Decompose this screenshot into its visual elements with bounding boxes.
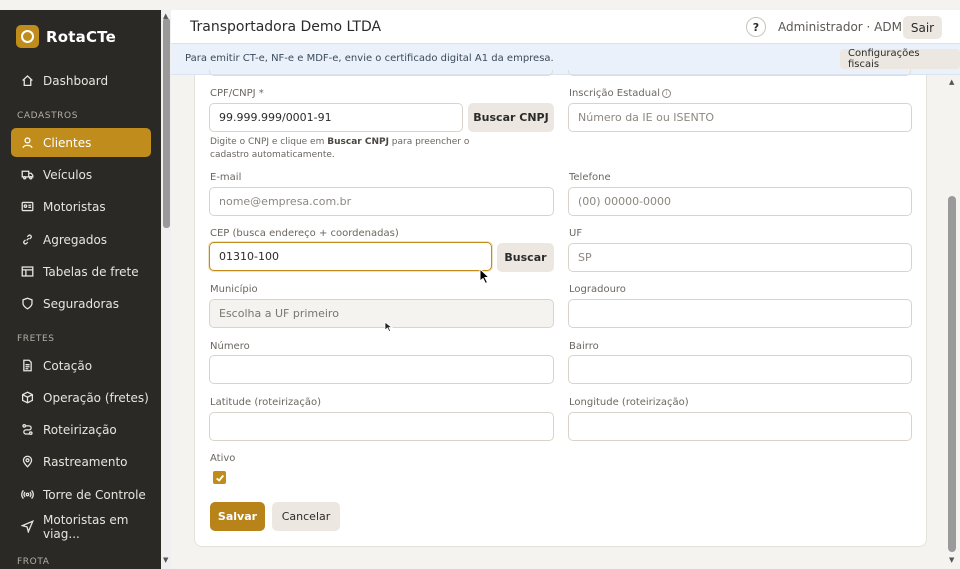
banner-text: Para emitir CT-e, NF-e e MDF-e, envie o … — [185, 53, 554, 64]
sidebar-item-tabelas-de-frete[interactable]: Tabelas de frete — [11, 257, 151, 286]
user-label: Administrador · ADMIN — [778, 20, 915, 34]
navigation-icon — [21, 520, 34, 533]
sidebar-item-label: Cotação — [43, 358, 93, 373]
main-scrollbar-thumb[interactable] — [948, 196, 956, 552]
numero-input[interactable] — [209, 355, 554, 384]
id-card-icon — [21, 200, 34, 213]
bairro-input[interactable] — [568, 355, 912, 384]
document-icon — [21, 359, 34, 372]
sidebar-item-label: Veículos — [43, 167, 93, 182]
sidebar-item-seguradoras[interactable]: Seguradoras — [11, 289, 151, 318]
email-input[interactable]: nome@empresa.com.br — [209, 187, 554, 216]
uf-label: UF — [569, 228, 583, 239]
sidebar-item-label: Clientes — [43, 135, 92, 150]
longitude-input[interactable] — [568, 412, 912, 441]
box-icon — [21, 391, 34, 404]
brand[interactable]: RotaCTe — [16, 25, 116, 48]
ativo-checkbox[interactable] — [213, 471, 226, 484]
municipio-label: Município — [210, 284, 258, 295]
mouse-cursor-icon — [479, 268, 491, 285]
info-icon[interactable]: i — [661, 88, 671, 98]
latitude-label: Latitude (roteirização) — [210, 397, 322, 408]
top-edge — [0, 0, 161, 10]
ie-input[interactable]: Número da IE ou ISENTO — [568, 103, 912, 132]
uf-input[interactable]: SP — [568, 243, 912, 272]
sidebar-item-torre-de-controle[interactable]: Torre de Controle — [11, 480, 151, 509]
section-label-cadastros: CADASTROS — [17, 111, 79, 121]
logout-button[interactable]: Sair — [903, 16, 942, 39]
sidebar-scroll-down-icon[interactable]: ▼ — [163, 556, 168, 564]
ie-label: Inscrição Estadual i — [569, 88, 671, 99]
sidebar-item-veiculos[interactable]: Veículos — [11, 160, 151, 189]
buscar-cep-button[interactable]: Buscar — [497, 243, 554, 272]
sidebar: RotaCTe Dashboard CADASTROS Clientes Veí… — [0, 0, 161, 569]
sidebar-item-dashboard[interactable]: Dashboard — [11, 66, 151, 95]
logradouro-label: Logradouro — [569, 284, 626, 295]
cancel-button[interactable]: Cancelar — [272, 502, 340, 531]
numero-label: Número — [210, 341, 250, 352]
sidebar-item-label: Motoristas em viag... — [43, 512, 129, 541]
truck-icon — [21, 168, 34, 181]
logo-icon — [16, 25, 39, 48]
scrolled-field-edge — [568, 70, 911, 76]
telefone-label: Telefone — [569, 172, 611, 183]
brand-name: RotaCTe — [46, 27, 116, 46]
sidebar-item-label: Seguradoras — [43, 296, 120, 311]
cnpj-hint: Digite o CNPJ e clique em Buscar CNPJ pa… — [210, 137, 470, 160]
sidebar-scroll-up-icon[interactable]: ▲ — [163, 12, 168, 20]
sidebar-item-label: Roteirização — [43, 422, 117, 437]
sidebar-item-label: Rastreamento — [43, 454, 128, 469]
top-header: Transportadora Demo LTDA ? Administrador… — [171, 10, 960, 44]
broadcast-icon — [21, 488, 34, 501]
sidebar-scrollbar-thumb[interactable] — [163, 18, 170, 228]
sidebar-item-roteirizacao[interactable]: Roteirização — [11, 415, 151, 444]
home-icon — [21, 74, 34, 87]
ativo-label: Ativo — [210, 453, 236, 464]
section-label-fretes: FRETES — [17, 334, 55, 344]
sidebar-item-clientes[interactable]: Clientes — [11, 128, 151, 157]
client-form-card: CPF/CNPJ * 99.999.999/0001-91 Buscar CNP… — [194, 70, 927, 547]
sidebar-item-agregados[interactable]: Agregados — [11, 225, 151, 254]
municipio-select[interactable]: Escolha a UF primeiro — [209, 299, 554, 328]
cnpj-label: CPF/CNPJ * — [210, 88, 264, 99]
logradouro-input[interactable] — [568, 299, 912, 328]
email-label: E-mail — [210, 172, 242, 183]
shield-icon — [21, 297, 34, 310]
sidebar-item-operacao[interactable]: Operação (fretes) — [11, 383, 151, 412]
sidebar-item-motoristas[interactable]: Motoristas — [11, 192, 151, 221]
save-button[interactable]: Salvar — [210, 502, 265, 531]
sidebar-item-cotacao[interactable]: Cotação — [11, 351, 151, 380]
sidebar-item-label: Torre de Controle — [43, 487, 146, 502]
main-scroll-up-icon[interactable]: ▲ — [949, 78, 954, 86]
table-icon — [21, 265, 34, 278]
scrolled-field-edge — [209, 70, 553, 76]
fiscal-settings-button[interactable]: Configurações fiscais — [840, 48, 960, 70]
sidebar-item-label: Agregados — [43, 232, 108, 247]
telefone-input[interactable]: (00) 00000-0000 — [568, 187, 912, 216]
secondary-cursor-icon — [384, 321, 394, 332]
cnpj-input[interactable]: 99.999.999/0001-91 — [209, 103, 463, 132]
sidebar-item-label: Motoristas — [43, 199, 106, 214]
pin-icon — [21, 455, 34, 468]
cep-input[interactable]: 01310-100 — [209, 242, 492, 271]
main-scroll-down-icon[interactable]: ▼ — [949, 556, 954, 564]
longitude-label: Longitude (roteirização) — [569, 397, 689, 408]
sidebar-item-label: Operação (fretes) — [43, 390, 149, 405]
help-button[interactable]: ? — [746, 17, 766, 37]
sidebar-item-rastreamento[interactable]: Rastreamento — [11, 447, 151, 476]
cnpj-hint-bold: Buscar CNPJ — [327, 137, 389, 147]
bairro-label: Bairro — [569, 341, 599, 352]
user-icon — [21, 136, 34, 149]
route-icon — [21, 423, 34, 436]
page-title: Transportadora Demo LTDA — [190, 19, 382, 35]
sidebar-item-label: Tabelas de frete — [43, 264, 139, 279]
check-icon — [215, 474, 224, 482]
link-icon — [21, 233, 34, 246]
cep-label: CEP (busca endereço + coordenadas) — [210, 228, 399, 239]
sidebar-item-motoristas-em-viagem[interactable]: Motoristas em viag... — [11, 512, 151, 541]
sidebar-item-label: Dashboard — [43, 73, 109, 88]
section-label-frota: FROTA — [17, 557, 50, 567]
buscar-cnpj-button[interactable]: Buscar CNPJ — [468, 103, 554, 132]
latitude-input[interactable] — [209, 412, 554, 441]
